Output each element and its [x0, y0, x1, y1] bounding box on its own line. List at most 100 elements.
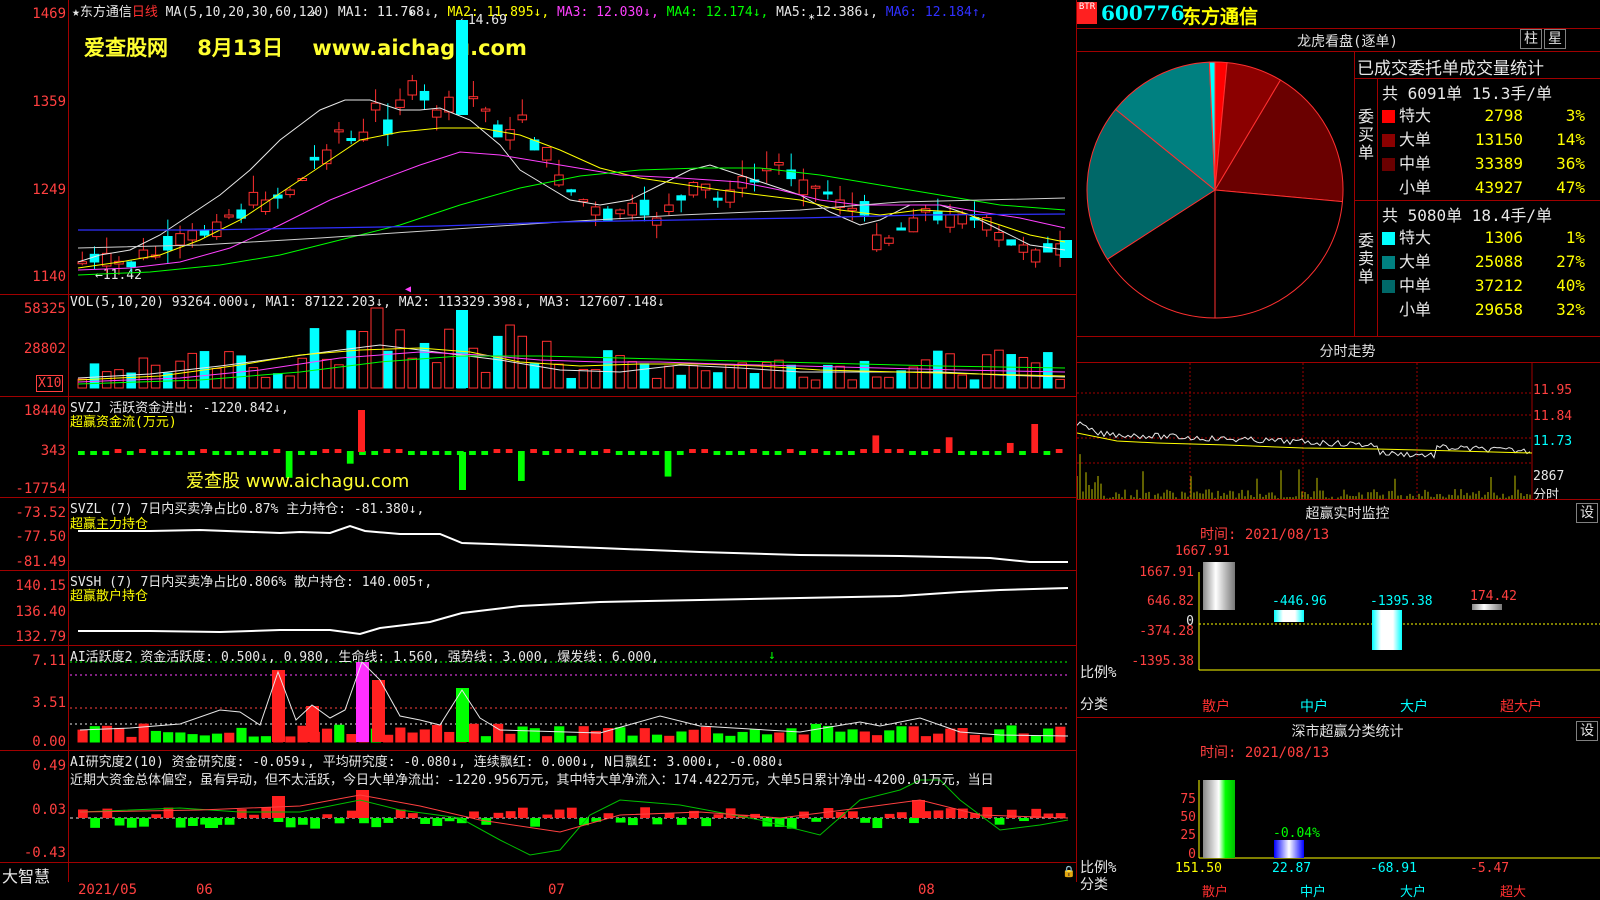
svsh-tick: 136.40 — [15, 604, 66, 620]
fund-flow-bar — [481, 451, 489, 455]
activity-bar — [798, 734, 809, 743]
monitor-settings-button[interactable]: 设 — [1576, 503, 1598, 523]
star-marker: * — [808, 12, 815, 26]
sz-large-value: -68.91 — [1370, 861, 1417, 876]
fund-flow-bar — [371, 451, 379, 455]
activity-bar — [260, 736, 272, 743]
sz-settings-button[interactable]: 设 — [1576, 721, 1598, 741]
activity-bar — [871, 735, 883, 743]
volume-bar — [358, 331, 369, 389]
activity-bar — [994, 729, 1005, 743]
fund-flow-bar — [909, 451, 916, 455]
candle-body — [505, 129, 515, 141]
fund-flow-bar — [970, 451, 977, 455]
legend-swatch — [1382, 182, 1395, 195]
activity-bar — [468, 723, 479, 743]
research-bar — [114, 818, 125, 826]
sz-stat-title: 深市超赢分类统计 — [1291, 724, 1404, 740]
mid-bar — [1274, 610, 1304, 622]
activity-bar — [969, 734, 980, 743]
fund-flow-bar — [689, 449, 696, 453]
fund-flow-bar — [163, 451, 171, 455]
volume-bar — [835, 365, 845, 389]
fund-flow-bar — [346, 451, 354, 464]
research-bar — [1019, 818, 1029, 822]
activity-bar — [199, 735, 210, 743]
lock-icon[interactable]: 🔒 — [1062, 865, 1076, 878]
ai2-tick: 0.00 — [32, 734, 66, 750]
activity-bar — [957, 728, 968, 743]
fund-flow-bar — [1043, 451, 1051, 455]
candle-body — [798, 179, 809, 196]
fund-flow-bar — [114, 449, 122, 453]
star-view-button[interactable]: 星 — [1544, 29, 1566, 49]
order-volume: 1306 — [1484, 228, 1523, 247]
activity-bar — [505, 733, 516, 743]
sell-summary: 共 5080单 18.4手/单 — [1382, 206, 1552, 225]
activity-bar — [810, 723, 821, 743]
intraday-chart — [1077, 363, 1533, 499]
intraday-title: 分时走势 — [1319, 344, 1376, 360]
volume-bar — [346, 330, 356, 389]
volume-bar — [945, 353, 955, 389]
activity-bar — [835, 731, 846, 743]
intraday-price-tick: 11.95 — [1533, 383, 1573, 398]
activity-bar — [933, 733, 944, 743]
activity-bar — [407, 732, 418, 743]
research-bar — [652, 818, 663, 825]
vol-unit-badge: X10 — [36, 375, 64, 392]
candle-body — [590, 206, 601, 216]
candle-body — [187, 230, 198, 241]
candle-body — [517, 114, 528, 121]
fund-flow-bar — [224, 451, 232, 455]
order-pie-chart — [1086, 61, 1344, 319]
volume-bar — [273, 373, 283, 389]
fund-flow-bar — [615, 451, 623, 455]
fund-flow-bar — [1006, 442, 1014, 453]
research-bar — [912, 800, 925, 818]
volume-bar — [407, 357, 418, 389]
activity-bar — [688, 729, 699, 743]
volume-bar — [896, 370, 906, 389]
candle-body — [224, 214, 234, 218]
volume-bar — [713, 372, 723, 389]
large-value: -1395.38 — [1370, 594, 1433, 609]
volume-bar — [541, 340, 552, 389]
svzj-tick: -17754 — [15, 481, 66, 497]
activity-bar — [77, 729, 88, 743]
volume-bar — [994, 349, 1004, 389]
research-bar — [713, 814, 724, 818]
activity-bar — [859, 731, 870, 743]
order-pct: 47% — [1556, 178, 1585, 197]
activity-bar — [774, 732, 785, 743]
activity-bar — [175, 732, 186, 743]
research-bar — [530, 818, 540, 827]
volume-bar — [737, 362, 748, 389]
pie-slice-buy — [1214, 189, 1344, 319]
activity-bar — [615, 727, 626, 743]
legend-swatch — [1382, 158, 1395, 171]
research-bar — [322, 814, 333, 818]
research-bar — [298, 818, 308, 825]
research-bar — [640, 807, 650, 818]
sz-cat-large: 大户 — [1400, 885, 1427, 900]
volume-bar — [383, 350, 393, 389]
intraday-price-tick: 11.84 — [1533, 409, 1573, 424]
svsh-subtitle: 超赢散户持仓 — [70, 589, 149, 604]
candle-body — [1006, 239, 1016, 246]
activity-bars — [77, 662, 1066, 743]
candle-body — [664, 204, 674, 213]
order-row-中单: 中单 37212 40% — [1382, 272, 1585, 296]
candle-body — [248, 191, 259, 206]
date-label: 2021/05 — [78, 882, 138, 898]
volume-bar — [224, 351, 234, 389]
bar-view-button[interactable]: 柱 — [1520, 29, 1542, 49]
research-bar — [848, 811, 858, 818]
fund-flow-bar — [395, 449, 403, 453]
sz-mid-pct: -0.04% — [1273, 826, 1320, 841]
intraday-price-tick: 11.73 — [1533, 434, 1573, 449]
buy-summary: 共 6091单 15.3手/单 — [1382, 84, 1552, 103]
volume-bar — [285, 375, 295, 389]
research-bar — [896, 812, 907, 818]
fund-flow-bar — [848, 451, 855, 455]
